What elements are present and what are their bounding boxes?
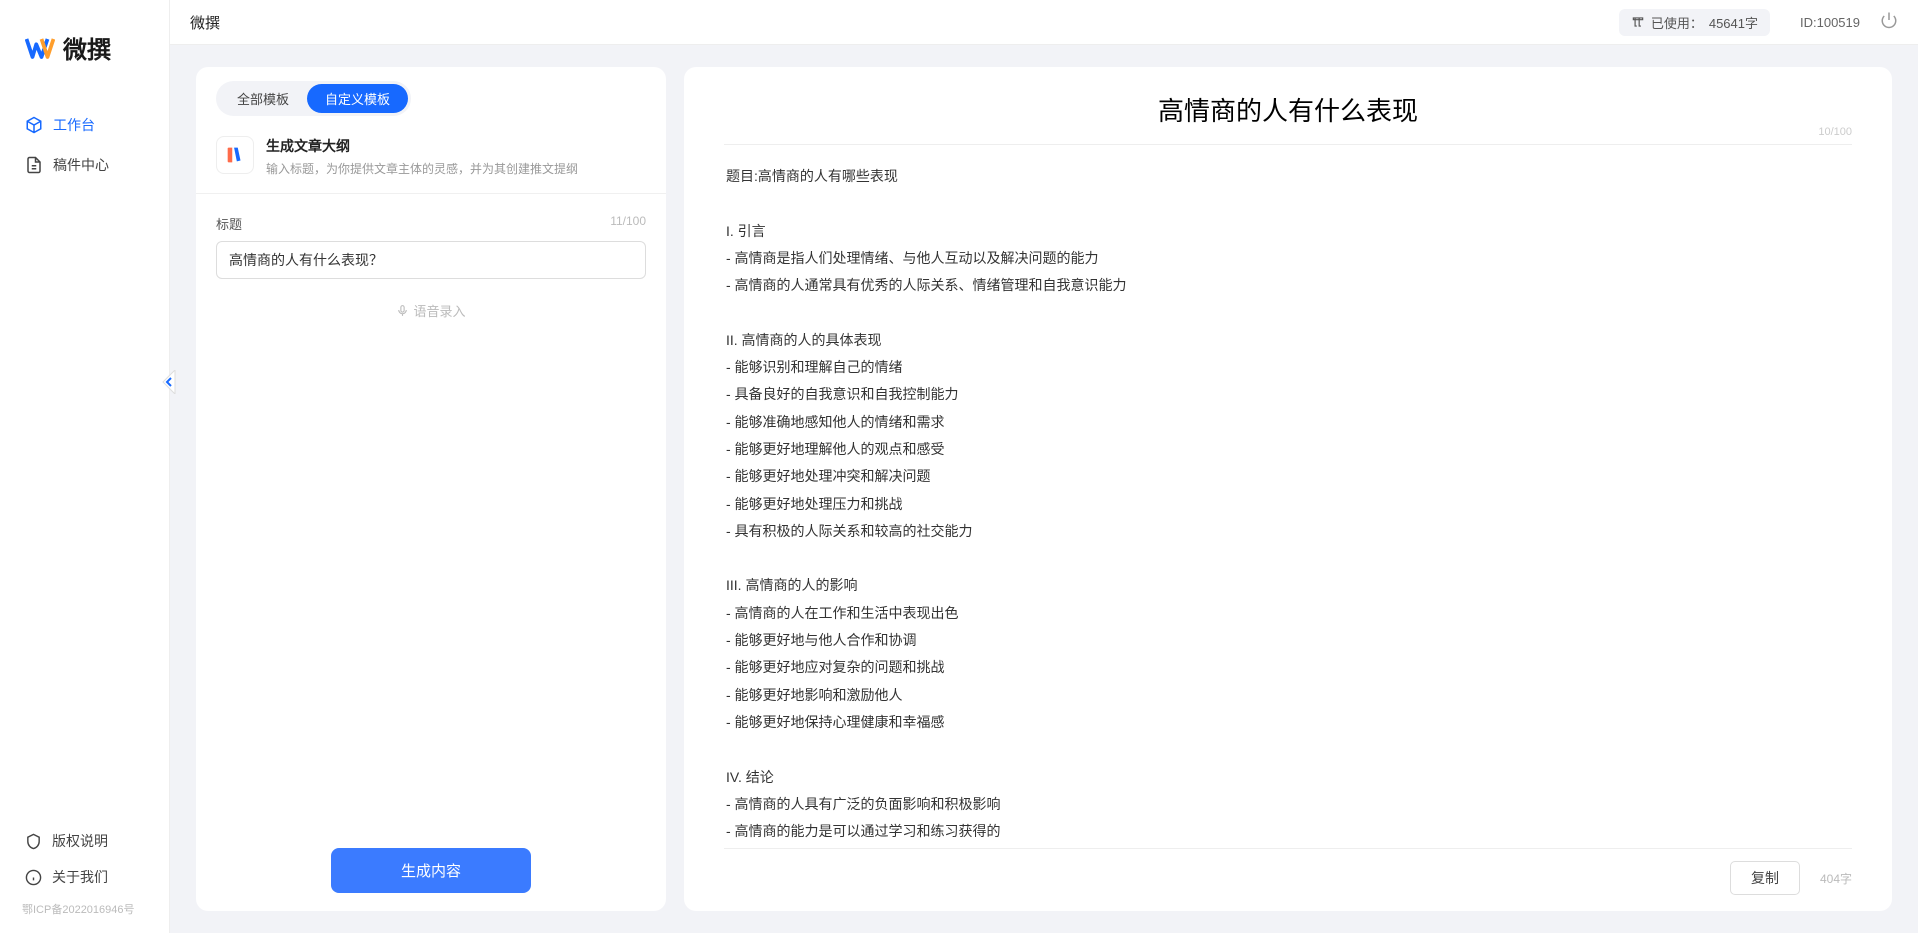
sidebar-item-copyright[interactable]: 版权说明 <box>0 823 169 859</box>
tab-custom-template[interactable]: 自定义模板 <box>307 84 408 113</box>
field-label-row: 标题 11/100 <box>216 214 646 233</box>
logo[interactable]: 微撰 <box>0 0 169 95</box>
sidebar-item-about[interactable]: 关于我们 <box>0 859 169 895</box>
sidebar-nav: 工作台 稿件中心 <box>0 95 169 823</box>
copy-button[interactable]: 复制 <box>1730 861 1800 895</box>
chevron-left-icon <box>161 370 177 394</box>
template-icon <box>216 136 254 174</box>
title-field-label: 标题 <box>216 214 242 233</box>
sidebar: 微撰 工作台 稿件中心 版权说明 关于我们 鄂ICP备2022016946号 <box>0 0 170 933</box>
generate-button[interactable]: 生成内容 <box>331 848 531 893</box>
tab-all-templates[interactable]: 全部模板 <box>219 84 307 113</box>
logout-button[interactable] <box>1880 11 1898 34</box>
document-icon <box>25 156 43 174</box>
template-desc: 输入标题，为你提供文章主体的灵感，并为其创建推文提纲 <box>266 160 578 177</box>
icp-text: 鄂ICP备2022016946号 <box>0 895 169 923</box>
power-icon <box>1880 11 1898 29</box>
cube-icon <box>25 116 43 134</box>
doc-footer: 复制 404字 <box>724 848 1852 895</box>
doc-title-row: 高情商的人有什么表现 10/100 <box>724 91 1852 145</box>
sidebar-item-drafts[interactable]: 稿件中心 <box>0 145 169 185</box>
template-tabs: 全部模板 自定义模板 <box>196 81 666 126</box>
form-area: 标题 11/100 语音录入 <box>196 194 666 830</box>
title-input[interactable] <box>216 241 646 279</box>
doc-title: 高情商的人有什么表现 <box>724 91 1852 128</box>
page-title: 微撰 <box>190 12 220 33</box>
sidebar-footer: 版权说明 关于我们 鄂ICP备2022016946号 <box>0 823 169 933</box>
logo-text: 微撰 <box>63 30 111 65</box>
sidebar-item-workspace[interactable]: 工作台 <box>0 105 169 145</box>
books-icon <box>224 144 246 166</box>
template-card: 生成文章大纲 输入标题，为你提供文章主体的灵感，并为其创建推文提纲 <box>196 126 666 194</box>
content-row: 全部模板 自定义模板 生成文章大纲 输入标题，为你提供文章主体的灵感，并为其创建… <box>170 45 1918 933</box>
title-char-count: 11/100 <box>610 214 646 233</box>
user-id: ID:100519 <box>1800 15 1860 30</box>
output-panel: 高情商的人有什么表现 10/100 题目:高情商的人有哪些表现 I. 引言 - … <box>684 67 1892 911</box>
generate-footer: 生成内容 <box>196 830 666 911</box>
main: 微撰 已使用：45641字 ID:100519 全部模板 自定义模板 <box>170 0 1918 933</box>
usage-chip[interactable]: 已使用：45641字 <box>1619 9 1770 36</box>
shield-icon <box>25 833 42 850</box>
topbar: 微撰 已使用：45641字 ID:100519 <box>170 0 1918 45</box>
doc-body[interactable]: 题目:高情商的人有哪些表现 I. 引言 - 高情商是指人们处理情绪、与他人互动以… <box>724 145 1852 848</box>
logo-icon <box>25 33 55 63</box>
text-icon <box>1631 15 1645 29</box>
template-title: 生成文章大纲 <box>266 136 578 156</box>
mic-icon <box>396 304 409 317</box>
template-panel: 全部模板 自定义模板 生成文章大纲 输入标题，为你提供文章主体的灵感，并为其创建… <box>196 67 666 911</box>
sidebar-collapse-handle[interactable] <box>161 370 177 394</box>
info-icon <box>25 869 42 886</box>
voice-input-link[interactable]: 语音录入 <box>216 301 646 320</box>
doc-char-count: 404字 <box>1820 870 1852 887</box>
doc-title-count: 10/100 <box>1818 126 1852 138</box>
